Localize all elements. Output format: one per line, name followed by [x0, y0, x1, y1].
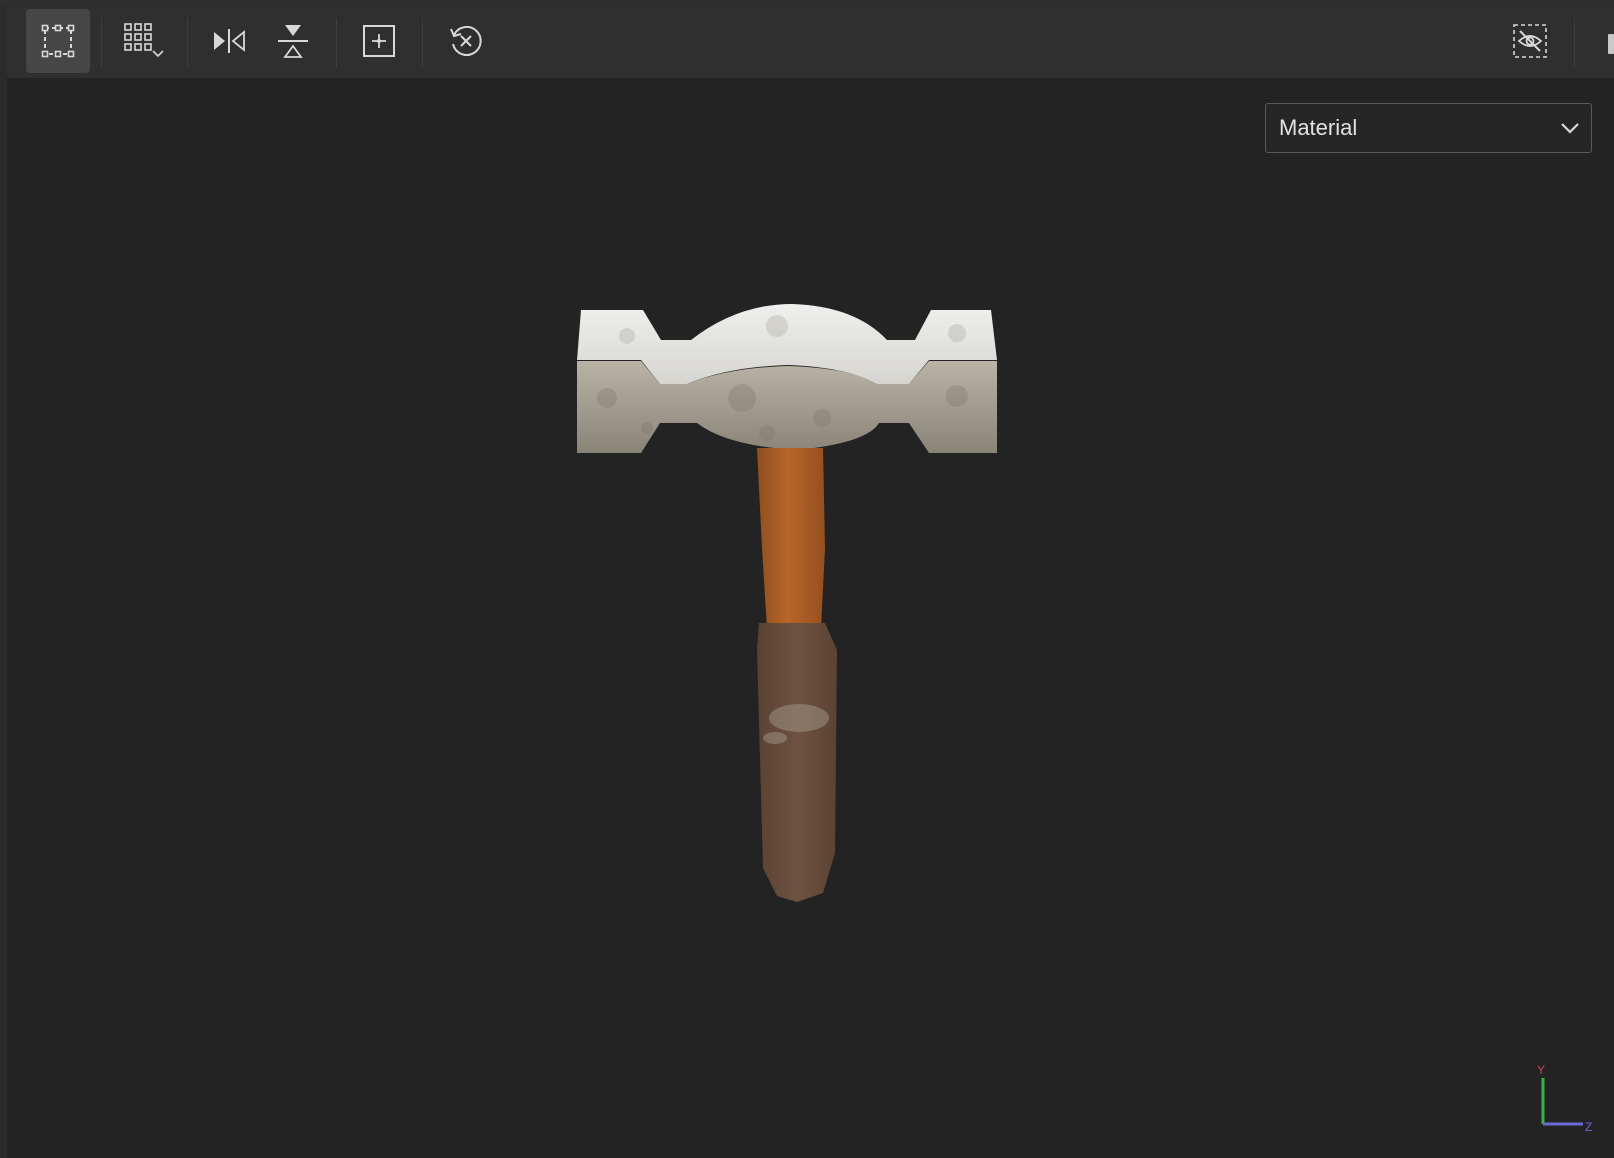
- add-point-icon: [363, 25, 395, 57]
- toolbar: [7, 6, 1614, 79]
- mirror-vertical-button[interactable]: [261, 9, 325, 73]
- frame-select-button[interactable]: [26, 9, 90, 73]
- mirror-vertical-icon: [278, 25, 308, 58]
- hammer-model: [577, 304, 997, 902]
- 3d-viewport[interactable]: Material Y Z: [7, 78, 1614, 1158]
- panel-scroll-handle[interactable]: [1608, 34, 1614, 54]
- grid-options-button[interactable]: [113, 9, 177, 73]
- z-axis-label: Z: [1585, 1120, 1592, 1134]
- toolbar-separator: [422, 18, 423, 68]
- hidden-eye-icon: [1513, 24, 1547, 58]
- toolbar-separator: [336, 18, 337, 68]
- toolbar-separator: [101, 18, 102, 68]
- frame-select-icon: [41, 24, 75, 58]
- mirror-horizontal-button[interactable]: [197, 9, 261, 73]
- reset-view-button[interactable]: [434, 9, 498, 73]
- toolbar-separator: [1574, 18, 1575, 68]
- reset-view-icon: [450, 25, 482, 56]
- axis-gizmo: Y Z: [1537, 1063, 1592, 1134]
- mirror-horizontal-icon: [214, 29, 245, 53]
- y-axis-label: Y: [1537, 1063, 1545, 1077]
- viewer-window: Material Y Z: [0, 0, 1614, 1158]
- add-point-button[interactable]: [347, 9, 411, 73]
- grid-dropdown-icon: [124, 23, 164, 58]
- toolbar-separator: [187, 18, 188, 68]
- toggle-visibility-button[interactable]: [1498, 9, 1562, 73]
